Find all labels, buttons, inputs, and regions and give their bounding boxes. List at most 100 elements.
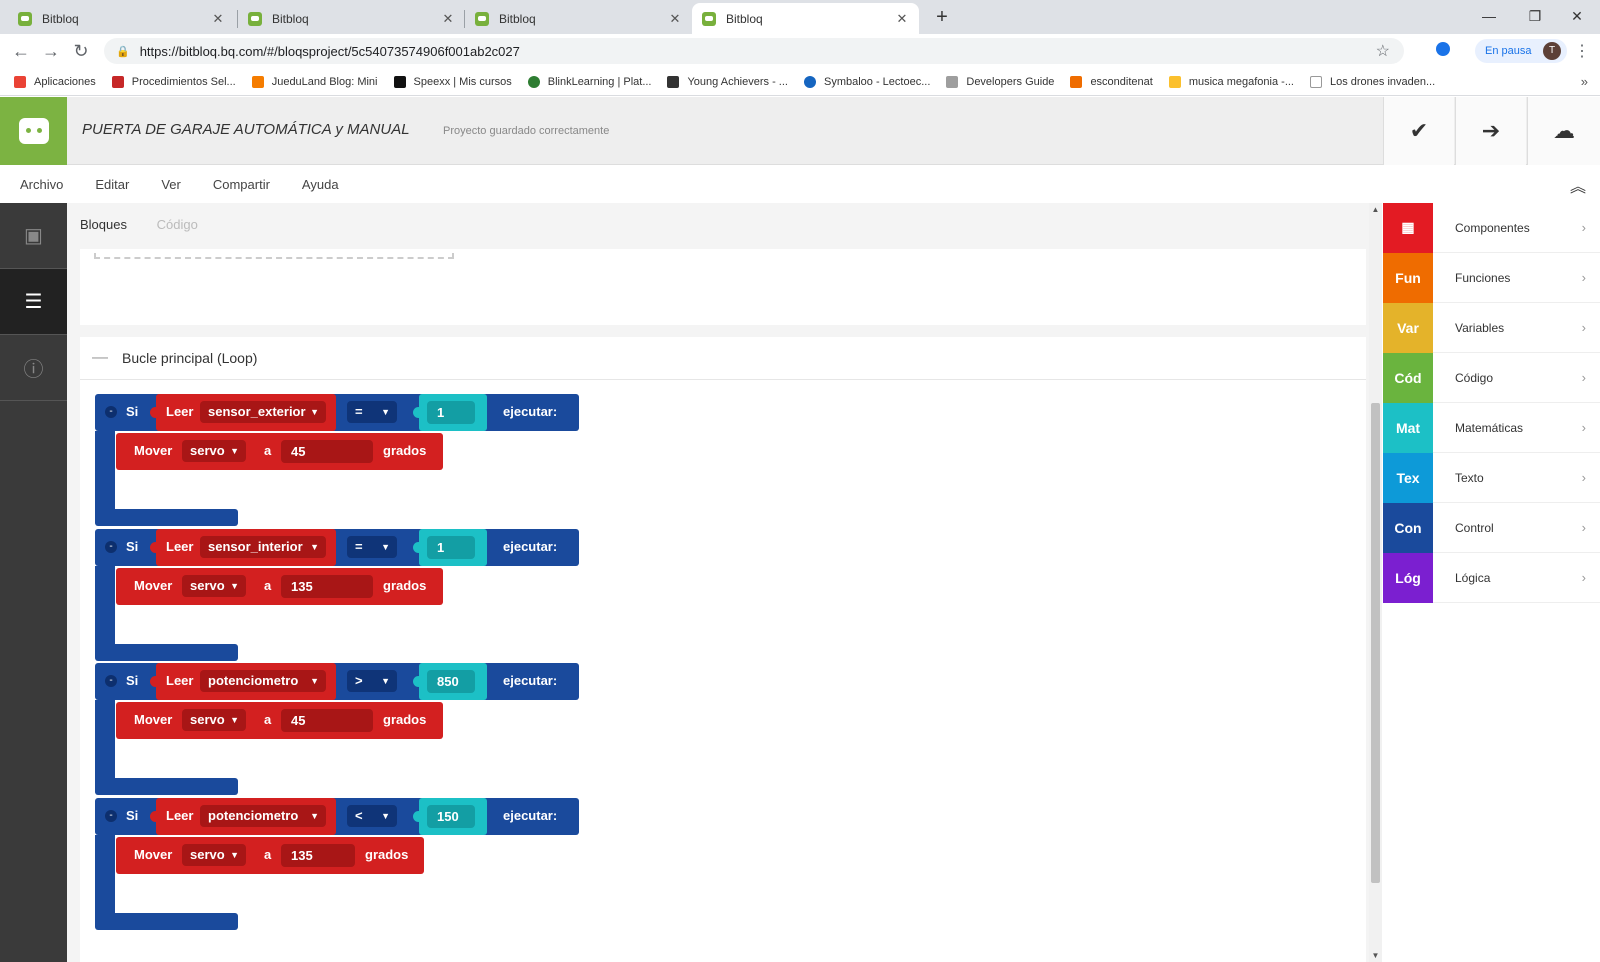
read-bloq[interactable]: Leer potenciometro ▼: [150, 798, 336, 835]
bookmark-item[interactable]: BlinkLearning | Plat...: [527, 75, 651, 88]
number-input[interactable]: 1: [427, 536, 475, 559]
browser-tab[interactable]: Bitbloq ✕: [8, 3, 235, 34]
if-bloq[interactable]: - Si Leer potenciometro ▼ < ▼ 150 ejecutar…: [95, 798, 585, 936]
palette-control[interactable]: Con Control ›: [1383, 502, 1600, 553]
browser-menu-icon[interactable]: ⋮: [1574, 41, 1590, 61]
sensor-select[interactable]: potenciometro ▼: [200, 805, 326, 827]
operator-select[interactable]: > ▼: [347, 670, 397, 692]
menu-compartir[interactable]: Compartir: [213, 177, 270, 192]
number-bloq[interactable]: 1: [413, 394, 487, 431]
number-bloq[interactable]: 150: [413, 798, 487, 835]
scroll-thumb[interactable]: [1371, 403, 1380, 883]
read-bloq[interactable]: Leer sensor_interior ▼: [150, 529, 336, 566]
servo-select[interactable]: servo ▼: [182, 709, 246, 731]
browser-tab[interactable]: Bitbloq ✕: [465, 3, 692, 34]
scroll-down-icon[interactable]: ▼: [1369, 951, 1382, 960]
bookmark-item[interactable]: Young Achievers - ...: [667, 75, 788, 88]
palette-componentes[interactable]: ▦ Componentes ›: [1383, 202, 1600, 253]
number-input[interactable]: 150: [427, 805, 475, 828]
drop-zone[interactable]: [94, 253, 454, 259]
upload-button[interactable]: ➔: [1455, 97, 1526, 165]
restore-icon[interactable]: ❐: [1512, 4, 1558, 28]
menu-archivo[interactable]: Archivo: [20, 177, 63, 192]
more-bookmarks-icon[interactable]: »: [1581, 74, 1588, 89]
read-bloq[interactable]: Leer sensor_exterior ▼: [150, 394, 336, 431]
operator-select[interactable]: = ▼: [347, 536, 397, 558]
browser-tab-active[interactable]: Bitbloq ✕: [692, 3, 919, 34]
loop-header[interactable]: — Bucle principal (Loop): [80, 337, 1366, 380]
sensor-select[interactable]: sensor_exterior ▼: [200, 401, 326, 423]
collapse-toolbar-icon[interactable]: ︽: [1570, 173, 1586, 197]
number-input[interactable]: 1: [427, 401, 475, 424]
hardware-tab[interactable]: ▣: [0, 203, 67, 269]
extension-icon[interactable]: [1436, 42, 1450, 56]
software-tab[interactable]: ☰: [0, 269, 67, 335]
collapse-bloq-icon[interactable]: -: [105, 406, 117, 418]
tab-bloques[interactable]: Bloques: [80, 217, 127, 232]
profile-button[interactable]: En pausa T: [1475, 39, 1567, 63]
back-icon[interactable]: ←: [6, 41, 36, 62]
palette-logica[interactable]: Lóg Lógica ›: [1383, 552, 1600, 603]
collapse-minus-icon[interactable]: —: [92, 349, 108, 367]
servo-select[interactable]: servo ▼: [182, 575, 246, 597]
minimize-icon[interactable]: —: [1466, 4, 1512, 28]
sensor-select[interactable]: sensor_interior ▼: [200, 536, 326, 558]
bookmark-item[interactable]: Speexx | Mis cursos: [393, 75, 512, 88]
reload-icon[interactable]: ↻: [66, 41, 96, 62]
bookmark-item[interactable]: Los drones invaden...: [1309, 75, 1435, 88]
palette-funciones[interactable]: Fun Funciones ›: [1383, 252, 1600, 303]
if-bloq[interactable]: - Si Leer sensor_interior ▼ = ▼ 1 ejecutar…: [95, 529, 585, 667]
angle-input[interactable]: 45: [281, 440, 373, 463]
url-bar[interactable]: 🔒 https://bitbloq.bq.com/#/bloqsproject/…: [104, 38, 1404, 64]
if-bloq[interactable]: - Si Leer sensor_exterior ▼ = ▼ 1 ejecutar…: [95, 394, 585, 532]
browser-tab[interactable]: Bitbloq ✕: [238, 3, 465, 34]
bookmark-item[interactable]: Aplicaciones: [14, 75, 96, 88]
palette-matematicas[interactable]: Mat Matemáticas ›: [1383, 402, 1600, 453]
menu-ayuda[interactable]: Ayuda: [302, 177, 339, 192]
if-bloq[interactable]: - Si Leer potenciometro ▼ > ▼ 850 ejecutar…: [95, 663, 585, 801]
palette-codigo[interactable]: Cód Código ›: [1383, 352, 1600, 403]
workspace-scrollbar[interactable]: ▲ ▼: [1369, 203, 1382, 962]
scroll-up-icon[interactable]: ▲: [1369, 205, 1382, 214]
tab-codigo[interactable]: Código: [157, 217, 198, 232]
servo-select[interactable]: servo ▼: [182, 440, 246, 462]
bookmark-item[interactable]: Developers Guide: [946, 75, 1054, 88]
number-bloq[interactable]: 1: [413, 529, 487, 566]
move-servo-bloq[interactable]: Mover servo ▼ a 45 grados: [116, 433, 443, 470]
bookmark-item[interactable]: JueduLand Blog: Mini: [251, 75, 378, 88]
cloud-button[interactable]: ☁: [1527, 97, 1600, 165]
move-servo-bloq[interactable]: Mover servo ▼ a 45 grados: [116, 702, 443, 739]
angle-input[interactable]: 45: [281, 709, 373, 732]
close-tab-icon[interactable]: ✕: [441, 11, 455, 27]
bookmark-item[interactable]: musica megafonia -...: [1168, 75, 1294, 88]
close-window-icon[interactable]: ✕: [1554, 4, 1600, 28]
number-input[interactable]: 850: [427, 670, 475, 693]
info-tab[interactable]: ⓘ: [0, 335, 67, 401]
move-servo-bloq[interactable]: Mover servo ▼ a 135 grados: [116, 568, 443, 605]
angle-input[interactable]: 135: [281, 844, 355, 867]
collapse-bloq-icon[interactable]: -: [105, 675, 117, 687]
menu-ver[interactable]: Ver: [161, 177, 181, 192]
bookmark-item[interactable]: Procedimientos Sel...: [111, 75, 236, 88]
servo-select[interactable]: servo ▼: [182, 844, 246, 866]
move-servo-bloq[interactable]: Mover servo ▼ a 135 grados: [116, 837, 424, 874]
new-tab-icon[interactable]: +: [930, 6, 954, 29]
bookmark-item[interactable]: esconditenat: [1070, 75, 1153, 88]
close-tab-icon[interactable]: ✕: [895, 11, 909, 27]
menu-editar[interactable]: Editar: [95, 177, 129, 192]
palette-texto[interactable]: Tex Texto ›: [1383, 452, 1600, 503]
collapse-bloq-icon[interactable]: -: [105, 541, 117, 553]
operator-select[interactable]: = ▼: [347, 401, 397, 423]
forward-icon[interactable]: →: [36, 41, 66, 62]
angle-input[interactable]: 135: [281, 575, 373, 598]
number-bloq[interactable]: 850: [413, 663, 487, 700]
bitbloq-logo[interactable]: [0, 97, 67, 165]
close-tab-icon[interactable]: ✕: [668, 11, 682, 27]
bookmark-item[interactable]: Symbaloo - Lectoec...: [803, 75, 930, 88]
project-title[interactable]: PUERTA DE GARAJE AUTOMÁTICA y MANUAL: [82, 121, 410, 138]
collapse-bloq-icon[interactable]: -: [105, 810, 117, 822]
palette-variables[interactable]: Var Variables ›: [1383, 302, 1600, 353]
sensor-select[interactable]: potenciometro ▼: [200, 670, 326, 692]
operator-select[interactable]: < ▼: [347, 805, 397, 827]
verify-button[interactable]: ✔: [1383, 97, 1454, 165]
